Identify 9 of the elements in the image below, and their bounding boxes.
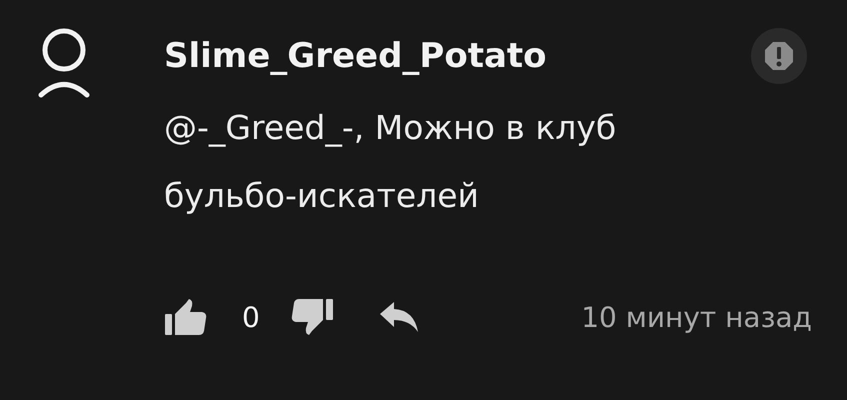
user-avatar-icon — [36, 28, 92, 100]
comment-time: 10 минут назад — [581, 300, 812, 334]
reply-button[interactable] — [378, 300, 420, 334]
author-name[interactable]: Slime_Greed_Potato — [164, 36, 546, 76]
dislike-button[interactable] — [290, 297, 334, 337]
like-button[interactable] — [164, 297, 208, 337]
comment-text: @-_Greed_-, Можно в клуб бульбо-искателей — [164, 107, 618, 217]
like-count: 0 — [242, 300, 260, 334]
warning-icon — [763, 40, 795, 72]
